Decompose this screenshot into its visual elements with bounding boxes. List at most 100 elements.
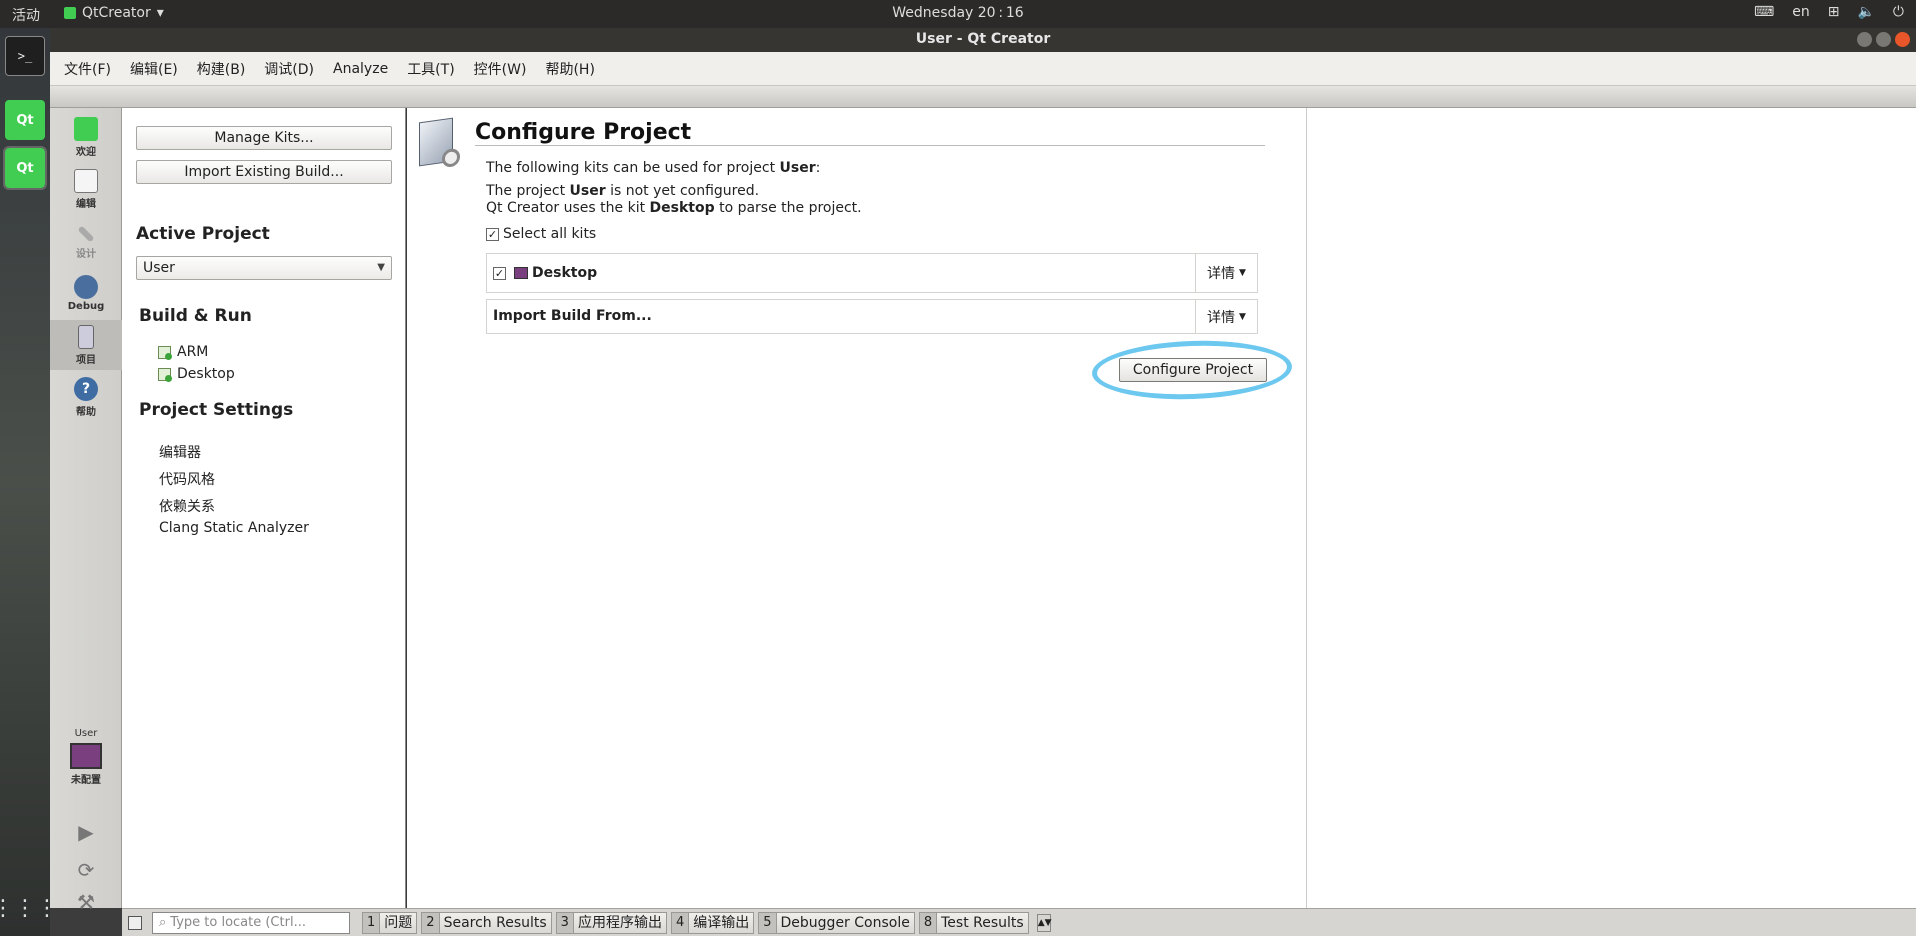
menu-file[interactable]: 文件(F) [62,57,113,81]
terminal-icon[interactable]: >_ [5,36,45,76]
mode-help[interactable]: ? 帮助 [50,372,122,422]
select-all-kits-checkbox[interactable]: ✓ Select all kits [486,226,596,242]
mode-projects[interactable]: 项目 [50,320,122,370]
app-menu-label: QtCreator [82,5,151,21]
kit-item-desktop[interactable]: Desktop [158,366,235,382]
language-indicator[interactable]: en [1792,4,1810,20]
edit-document-icon [74,168,98,193]
app-menu[interactable]: QtCreator ▾ [64,5,164,21]
mode-debug[interactable]: Debug [50,268,122,318]
intro-suffix: : [815,160,821,176]
build-hammer-icon[interactable]: ⚒ [73,890,99,916]
tab-application-output[interactable]: 3 应用程序输出 [555,911,667,934]
menu-help[interactable]: 帮助(H) [543,57,596,81]
qt-welcome-icon [74,116,98,141]
kit-row-import-build: Import Build From... 详情 ▼ [486,299,1258,334]
project-icon [78,324,94,349]
tab-number: 4 [671,912,690,933]
power-icon[interactable]: ⏻ [1893,4,1904,20]
intro-prefix: The following kits can be used for proje… [486,160,780,176]
checkbox-checked-icon: ✓ [486,227,499,241]
activities-button[interactable]: 活动 [12,5,40,25]
desktop-monitor-icon [514,267,528,279]
active-project-select[interactable]: User ▼ [136,256,392,280]
menu-build[interactable]: 构建(B) [195,57,248,81]
debug-run-icon[interactable]: ⟳ [73,858,99,884]
qtcreator-launcher-icon[interactable]: Qt [3,146,47,190]
kit-desktop-details-button[interactable]: 详情 ▼ [1195,254,1257,292]
kit-target-selector[interactable]: User 未配置 [50,728,122,798]
kit-desktop-label: Desktop [532,265,598,281]
tab-debugger-console[interactable]: 5 Debugger Console [758,911,915,934]
mode-welcome[interactable]: 欢迎 [50,112,122,162]
locator-input[interactable]: ⌕ Type to locate (Ctrl... [152,911,350,934]
minimize-button[interactable] [1857,32,1872,47]
keyboard-icon[interactable]: ⌨ [1754,4,1774,20]
title-divider [475,145,1265,146]
gear-icon [442,147,460,169]
projects-panel: Manage Kits... Import Existing Build... … [122,108,406,908]
menu-widgets[interactable]: 控件(W) [472,57,529,81]
kit-add-icon [158,345,172,360]
more-panes-icon[interactable]: ▲▼ [1036,913,1052,932]
chevron-down-icon: ▼ [1239,268,1246,278]
mode-design[interactable]: 设计 [50,216,122,266]
tab-issues[interactable]: 1 问题 [362,911,418,934]
tab-number: 8 [919,912,938,933]
target-project-name: User [74,728,98,739]
toggle-sidebar-icon[interactable] [128,915,142,930]
kit-item-arm[interactable]: ARM [158,344,208,360]
import-build-from-label: Import Build From... [493,308,652,324]
parse-kit-text: Qt Creator uses the kit Desktop to parse… [486,200,862,216]
desktop-monitor-icon [70,743,102,769]
settings-item-dependencies[interactable]: 依赖关系 [159,496,215,516]
import-existing-build-button[interactable]: Import Existing Build... [136,160,392,184]
debug-bug-icon [74,274,98,299]
line1-prefix: The project [486,183,570,199]
settings-item-clang-static-analyzer[interactable]: Clang Static Analyzer [159,520,309,536]
menu-debug[interactable]: 调试(D) [262,57,316,81]
menu-tools[interactable]: 工具(T) [405,57,456,81]
maximize-button[interactable] [1876,32,1891,47]
help-icon: ? [74,376,98,401]
tab-label: 编译输出 [693,914,750,931]
volume-icon[interactable]: 🔈 [1857,4,1874,20]
manage-kits-button[interactable]: Manage Kits... [136,126,392,150]
menu-bar: 文件(F) 编辑(E) 构建(B) 调试(D) Analyze 工具(T) 控件… [50,52,1916,86]
tab-search-results[interactable]: 2 Search Results [421,911,552,934]
window-title: User - Qt Creator [915,31,1051,47]
close-button[interactable] [1895,32,1910,47]
intro-text: The following kits can be used for proje… [486,160,820,176]
menu-analyze[interactable]: Analyze [331,59,390,79]
kit-desktop-checkbox[interactable]: ✓ Desktop [493,265,597,281]
configure-project-button[interactable]: Configure Project [1119,358,1267,382]
settings-item-code-style[interactable]: 代码风格 [159,469,215,489]
mode-label: 欢迎 [76,146,96,158]
settings-item-editor[interactable]: 编辑器 [159,442,201,462]
import-build-details-button[interactable]: 详情 ▼ [1195,300,1257,333]
system-tray: ⌨ en ⊞ 🔈 ⏻ [1754,4,1904,20]
tab-label: 问题 [384,914,413,931]
tab-test-results[interactable]: 8 Test Results [918,911,1029,934]
kit-item-label: ARM [177,344,209,360]
search-icon: ⌕ [159,914,167,930]
target-status: 未配置 [71,775,101,786]
mode-edit[interactable]: 编辑 [50,164,122,214]
network-icon[interactable]: ⊞ [1828,4,1840,20]
run-icon[interactable]: ▶ [73,820,99,846]
clock[interactable]: Wednesday 20 : 16 [892,5,1023,21]
tab-label: Debugger Console [780,914,910,931]
output-pane-bar: ⌕ Type to locate (Ctrl... 1 问题 2 Search Re… [122,908,1916,936]
tab-compile-output[interactable]: 4 编译输出 [670,911,755,934]
show-apps-icon[interactable]: ⋮⋮⋮ [0,888,58,928]
mode-label: Debug [67,300,105,312]
tab-label: Test Results [941,914,1024,931]
line2-kit: Desktop [649,200,715,216]
menu-edit[interactable]: 编辑(E) [128,57,180,81]
qt-launcher-icon[interactable]: Qt [5,100,45,140]
select-all-label: Select all kits [503,226,597,242]
dropdown-arrow-icon: ▼ [377,262,385,273]
mode-selector: 欢迎 编辑 设计 Debug 项目 ? 帮助 User 未配置 ▶ ⟳ ⚒ [50,108,122,914]
kit-item-label: Desktop [177,366,235,382]
not-configured-text: The project User is not yet configured. [486,183,759,199]
